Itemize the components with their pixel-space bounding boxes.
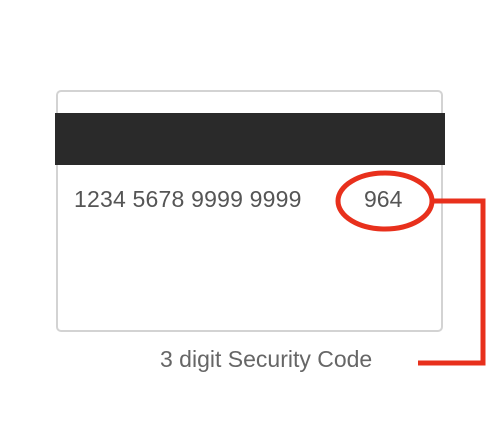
card-number: 1234 5678 9999 9999 (74, 186, 302, 212)
magnetic-stripe (55, 113, 445, 165)
security-code-caption: 3 digit Security Code (160, 346, 373, 372)
security-code: 964 (364, 186, 403, 212)
